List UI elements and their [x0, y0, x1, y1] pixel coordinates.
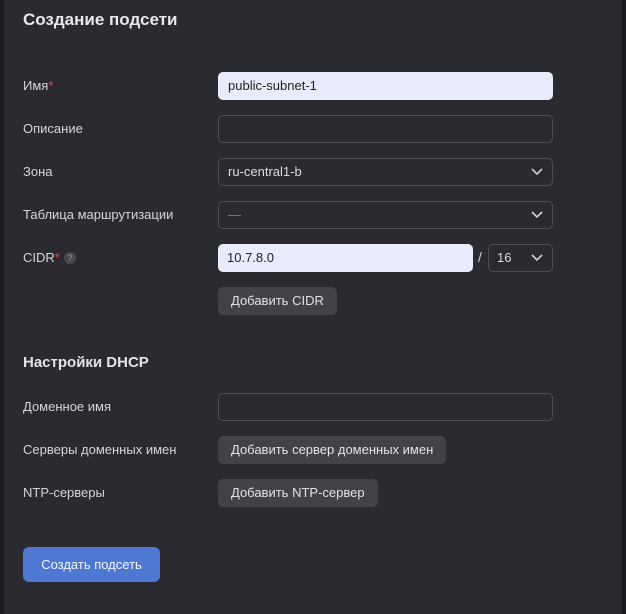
- domain-name-label: Доменное имя: [23, 399, 112, 414]
- zone-select[interactable]: ru-central1-b: [218, 158, 553, 186]
- create-subnet-button[interactable]: Создать подсеть: [23, 547, 160, 582]
- chevron-down-icon: [531, 254, 543, 262]
- name-input[interactable]: public-subnet-1: [218, 72, 553, 100]
- name-label: Имя*: [23, 78, 53, 94]
- cidr-mask-select[interactable]: 16: [488, 244, 553, 272]
- cidr-label: CIDR*?: [23, 250, 76, 266]
- route-table-label: Таблица маршрутизации: [23, 207, 174, 222]
- page-title: Создание подсети: [23, 10, 178, 29]
- add-ntp-server-button[interactable]: Добавить NTP-сервер: [218, 479, 378, 507]
- cidr-input[interactable]: 10.7.8.0: [218, 244, 473, 272]
- zone-label: Зона: [23, 164, 53, 179]
- cidr-label-text: CIDR: [23, 250, 55, 265]
- cidr-mask-value: 16: [497, 250, 512, 265]
- required-mark: *: [48, 78, 54, 93]
- add-cidr-button[interactable]: Добавить CIDR: [218, 287, 337, 315]
- zone-select-value: ru-central1-b: [228, 164, 302, 179]
- chevron-down-icon: [531, 168, 543, 176]
- cidr-separator: /: [478, 249, 482, 265]
- cidr-input-value: 10.7.8.0: [227, 250, 274, 265]
- dns-servers-label: Серверы доменных имен: [23, 442, 177, 457]
- name-label-text: Имя: [23, 78, 49, 93]
- description-label: Описание: [23, 121, 83, 136]
- name-input-value: public-subnet-1: [228, 78, 317, 93]
- required-mark: *: [54, 250, 60, 265]
- create-subnet-panel: Создание подсети Имя* public-subnet-1 Оп…: [4, 0, 622, 614]
- ntp-servers-label: NTP-серверы: [23, 485, 105, 500]
- domain-name-input[interactable]: [218, 393, 553, 421]
- add-dns-server-button[interactable]: Добавить сервер доменных имен: [218, 436, 447, 464]
- dhcp-section-title: Настройки DHCP: [23, 354, 149, 371]
- description-input[interactable]: [218, 115, 553, 143]
- chevron-down-icon: [531, 211, 543, 219]
- route-table-select[interactable]: —: [218, 201, 553, 229]
- route-table-select-value: —: [228, 207, 241, 222]
- question-circle-icon[interactable]: ?: [63, 251, 76, 264]
